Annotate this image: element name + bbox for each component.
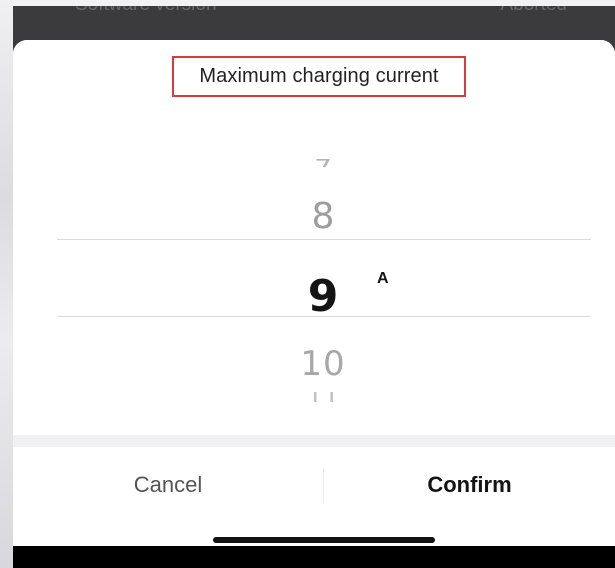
title-highlight-box: Maximum charging current <box>172 56 466 97</box>
action-bar: Cancel Confirm <box>13 447 615 546</box>
home-indicator <box>213 537 435 543</box>
selection-line-top <box>57 239 591 240</box>
picker-option-11[interactable]: 11 <box>13 392 615 402</box>
current-picker-wheel[interactable]: 7 8 9 A 10 11 <box>13 120 615 435</box>
bottom-black-bar <box>13 546 615 568</box>
selection-line-bottom <box>57 316 591 317</box>
picker-option-8[interactable]: 8 <box>13 196 615 237</box>
bottom-sheet-modal: Maximum charging current 7 8 9 A 10 11 C… <box>13 40 615 546</box>
section-divider <box>13 435 615 447</box>
background-label-right: Aborted <box>500 6 567 16</box>
sheet-header: Maximum charging current <box>13 40 615 120</box>
sheet-title: Maximum charging current <box>199 65 439 87</box>
background-label-left: Software version <box>75 6 217 16</box>
unit-label: A <box>377 270 389 287</box>
picker-selected-value[interactable]: 9 <box>13 271 615 322</box>
left-edge-background <box>0 0 13 568</box>
picker-option-10[interactable]: 10 <box>13 344 615 384</box>
picker-option-7[interactable]: 7 <box>13 153 615 167</box>
cancel-button[interactable]: Cancel <box>13 447 323 523</box>
confirm-button[interactable]: Confirm <box>324 447 615 523</box>
